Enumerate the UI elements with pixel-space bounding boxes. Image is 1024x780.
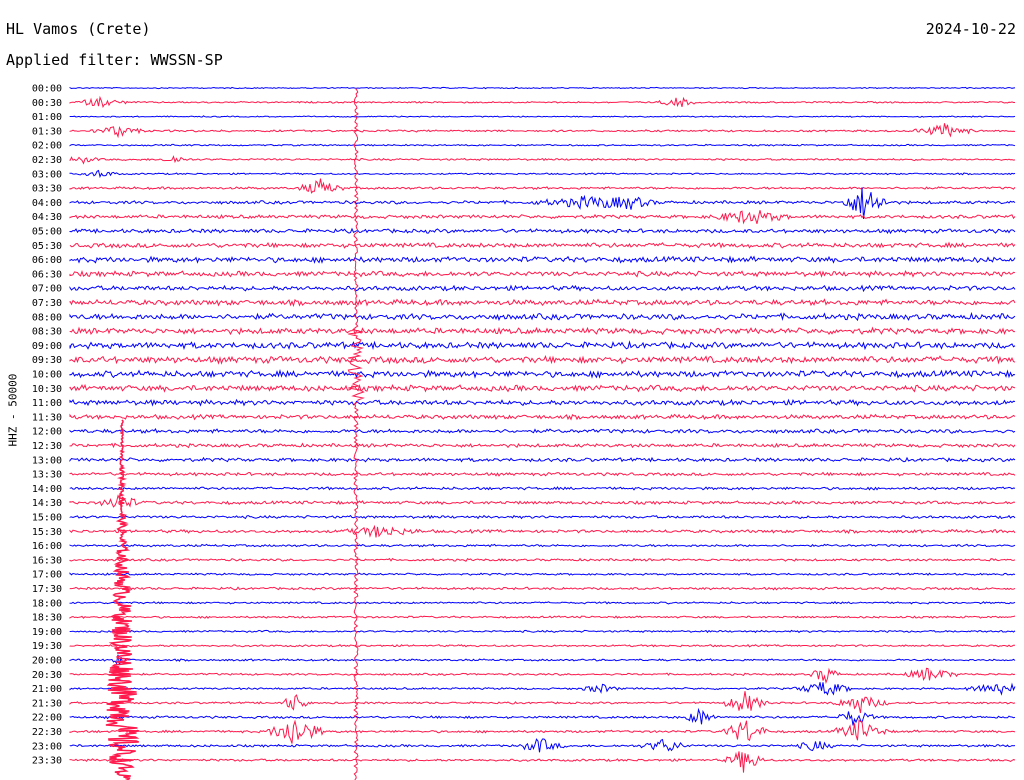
row-time-label: 14:30 <box>32 498 62 509</box>
row-time-label: 09:30 <box>32 355 62 366</box>
trace-row <box>69 751 1016 773</box>
trace-row <box>69 270 1016 278</box>
row-time-label: 07:30 <box>32 298 62 309</box>
trace-row <box>69 629 1016 634</box>
trace-row <box>69 719 1016 744</box>
trace-row <box>69 227 1016 235</box>
row-time-label: 08:30 <box>32 327 62 338</box>
trace-row <box>69 691 1016 714</box>
row-time-label: 10:00 <box>32 370 62 381</box>
trace-row <box>69 241 1016 249</box>
trace-row <box>69 311 1016 322</box>
row-time-label: 00:00 <box>32 84 62 95</box>
trace-row <box>69 115 1016 118</box>
row-time-label: 22:00 <box>32 713 62 724</box>
trace-row <box>69 255 1016 264</box>
row-time-label: 00:30 <box>32 98 62 109</box>
row-time-label: 16:30 <box>32 555 62 566</box>
row-time-label: 15:30 <box>32 527 62 538</box>
trace-row <box>69 210 1016 225</box>
row-time-label: 17:30 <box>32 584 62 595</box>
trace-row <box>69 442 1016 449</box>
row-time-label: 13:00 <box>32 455 62 466</box>
row-time-label: 04:00 <box>32 198 62 209</box>
trace-row <box>69 383 1016 393</box>
trace-row <box>69 643 1016 648</box>
row-time-label: 21:00 <box>32 684 62 695</box>
row-time-label: 11:30 <box>32 412 62 423</box>
trace-row <box>69 178 1016 194</box>
trace-row <box>69 682 1016 696</box>
row-time-label: 18:30 <box>32 613 62 624</box>
row-time-label: 23:00 <box>32 741 62 752</box>
trace-row <box>69 494 1016 508</box>
row-time-label: 05:30 <box>32 241 62 252</box>
row-time-label: 01:30 <box>32 126 62 137</box>
trace-row <box>69 355 1016 365</box>
row-time-label: 06:00 <box>32 255 62 266</box>
trace-row <box>69 601 1016 605</box>
trace-row <box>69 486 1016 491</box>
trace-row <box>69 284 1016 293</box>
trace-row <box>69 654 1016 666</box>
row-time-label: 02:30 <box>32 155 62 166</box>
trace-row <box>69 340 1016 351</box>
row-time-label: 21:30 <box>32 698 62 709</box>
row-time-label: 03:00 <box>32 169 62 180</box>
transient-spike-trace <box>347 87 365 780</box>
row-time-label: 06:30 <box>32 269 62 280</box>
row-time-label: 09:00 <box>32 341 62 352</box>
row-time-label: 13:30 <box>32 470 62 481</box>
row-time-label: 18:00 <box>32 598 62 609</box>
row-time-label: 16:00 <box>32 541 62 552</box>
helicorder-plot: 00:00 00:30 01:00 01:30 02:00 02:30 03:00 03:30… <box>32 84 1016 780</box>
row-time-label: 07:00 <box>32 284 62 295</box>
row-time-label: 03:30 <box>32 184 62 195</box>
row-time-label: 19:30 <box>32 641 62 652</box>
row-time-label: 08:00 <box>32 312 62 323</box>
trace-row <box>69 557 1016 562</box>
row-time-label: 19:00 <box>32 627 62 638</box>
row-time-label: 02:00 <box>32 141 62 152</box>
trace-row <box>69 123 1016 139</box>
row-time-label: 20:30 <box>32 670 62 681</box>
trace-row <box>69 738 1016 753</box>
trace-row <box>69 707 1016 726</box>
trace-row <box>69 413 1016 421</box>
trace-row <box>69 143 1016 147</box>
trace-row <box>69 471 1016 477</box>
row-time-label: 22:30 <box>32 727 62 738</box>
row-time-label: 12:30 <box>32 441 62 452</box>
trace-row <box>69 398 1016 407</box>
trace-row <box>69 615 1016 619</box>
trace-row <box>69 514 1016 520</box>
row-time-label: 05:00 <box>32 227 62 238</box>
row-time-label: 20:00 <box>32 656 62 667</box>
trace-row <box>69 368 1016 379</box>
trace-row <box>69 456 1016 463</box>
trace-row <box>69 543 1016 548</box>
trace-row <box>69 586 1016 591</box>
trace-row <box>69 572 1016 576</box>
row-time-label: 12:00 <box>32 427 62 438</box>
trace-row <box>69 86 1016 90</box>
trace-row <box>69 326 1015 336</box>
trace-row <box>69 187 1016 219</box>
row-time-label: 14:00 <box>32 484 62 495</box>
row-time-label: 23:30 <box>32 756 62 767</box>
row-time-label: 01:00 <box>32 112 62 123</box>
trace-row <box>69 155 1016 165</box>
trace-row <box>69 428 1016 435</box>
row-time-label: 17:00 <box>32 570 62 581</box>
trace-row <box>69 667 1016 684</box>
row-time-label: 04:30 <box>32 212 62 223</box>
trace-row <box>69 298 1016 308</box>
trace-row <box>69 95 1015 109</box>
trace-row <box>69 169 1016 179</box>
trace-row <box>69 524 1016 538</box>
row-time-label: 15:00 <box>32 513 62 524</box>
row-time-label: 11:00 <box>32 398 62 409</box>
row-time-label: 10:30 <box>32 384 62 395</box>
